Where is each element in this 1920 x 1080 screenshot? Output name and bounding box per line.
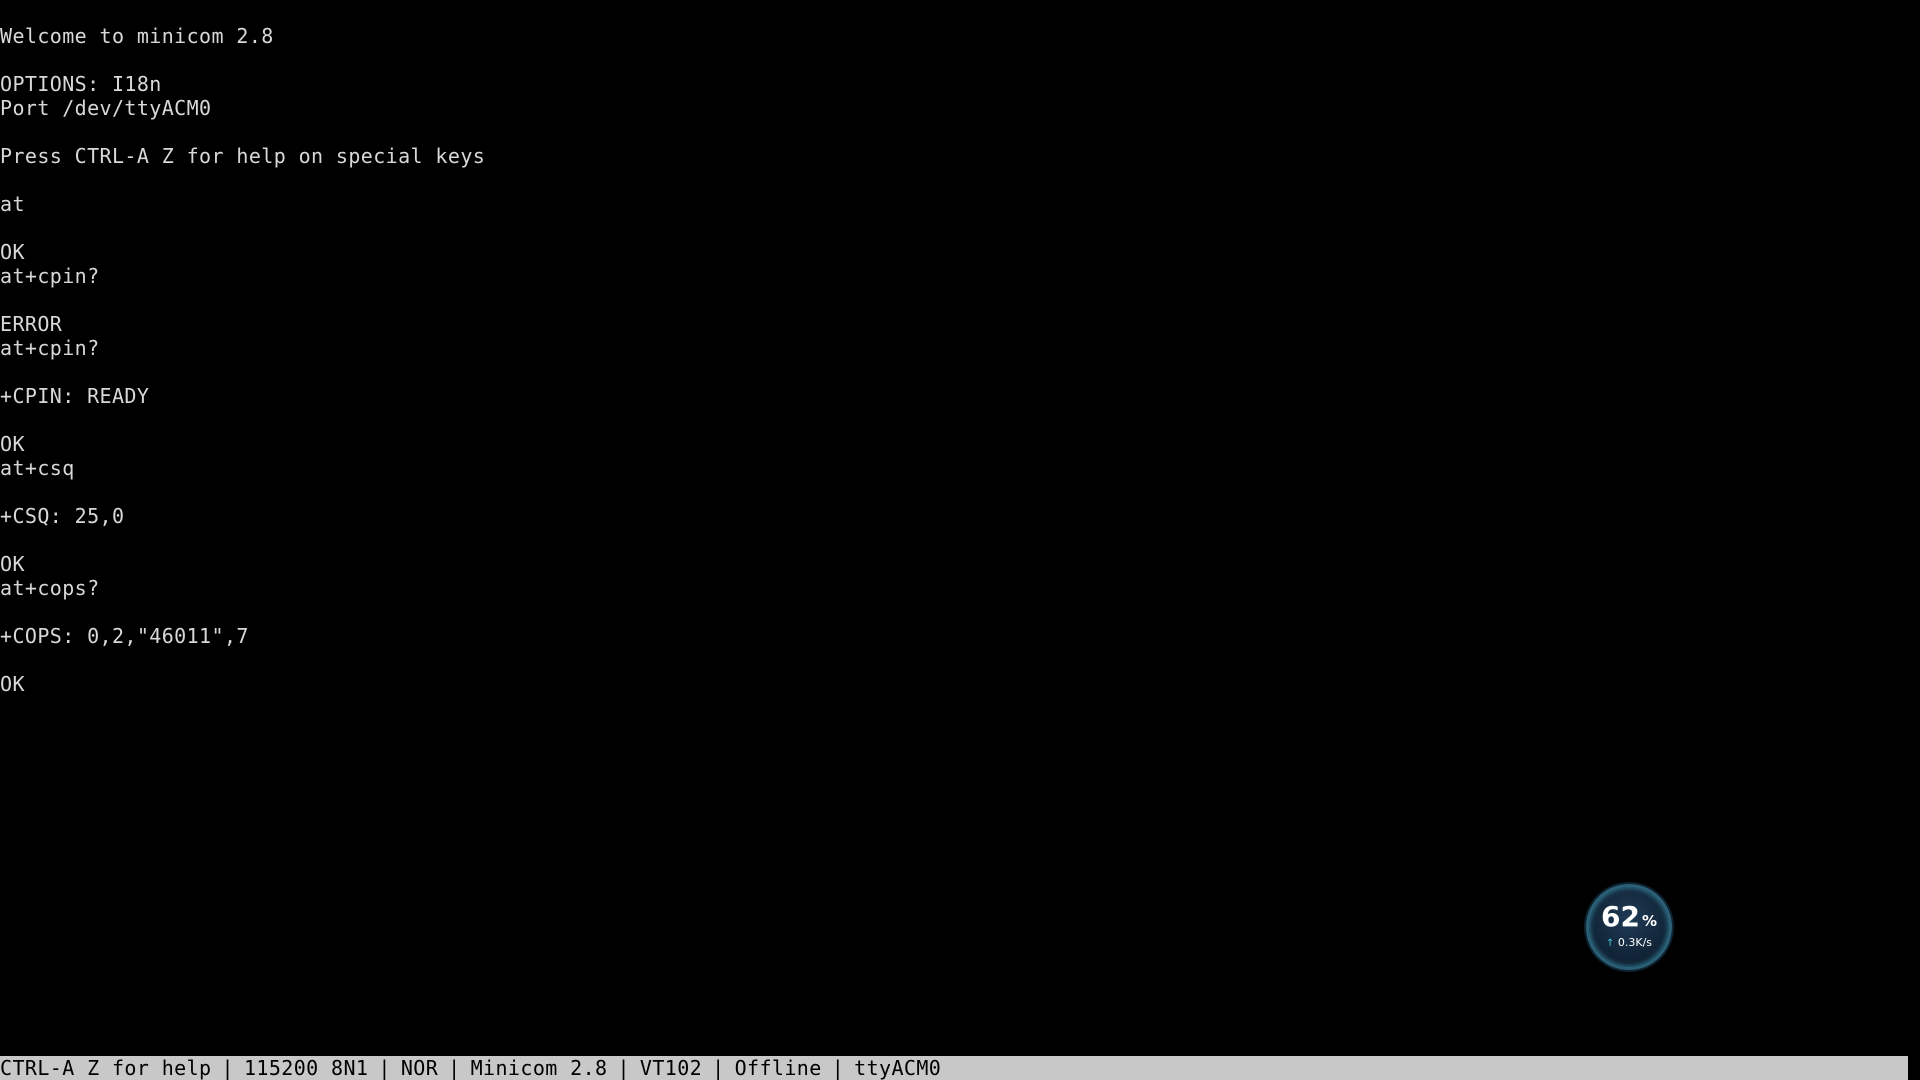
terminal-line: at+cpin? [0,264,100,288]
usage-percent-value: 62 [1601,900,1640,933]
terminal-output[interactable]: Welcome to minicom 2.8 OPTIONS: I18n Por… [0,24,1920,696]
terminal-line: at+cops? [0,576,100,600]
minicom-screen: Welcome to minicom 2.8 OPTIONS: I18n Por… [0,0,1920,1080]
terminal-line: +CPIN: READY [0,384,150,408]
terminal-line: +COPS: 0,2,"46011",7 [0,624,249,648]
status-device: ttyACM0 [854,1056,942,1080]
terminal-line: at+cpin? [0,336,100,360]
usage-percent: 62% [1589,902,1669,936]
network-monitor-widget[interactable]: 62% ↑ 0.3K/s [1589,887,1669,967]
status-help: CTRL-A Z for help [0,1056,212,1080]
terminal-line: OK [0,240,25,264]
terminal-line: OK [0,552,25,576]
terminal-line: at [0,192,25,216]
status-version: Minicom 2.8 [470,1056,608,1080]
status-separator: | [617,1056,630,1080]
terminal-line: at+csq [0,456,75,480]
status-separator: | [378,1056,391,1080]
status-separator: | [831,1056,845,1080]
minicom-status-bar: CTRL-A Z for help | 115200 8N1 | NOR | M… [0,1056,1908,1080]
network-speed-value: 0.3K/s [1617,936,1653,949]
terminal-line: ERROR [0,312,63,336]
usage-percent-unit: % [1641,912,1657,930]
terminal-line: Welcome to minicom 2.8 [0,24,274,48]
terminal-line: OK [0,432,25,456]
terminal-line: +CSQ: 25,0 [0,504,125,528]
status-separator: | [448,1056,461,1080]
upload-arrow-icon: ↑ [1605,938,1615,949]
status-mode: NOR [400,1056,439,1080]
status-separator: | [221,1056,234,1080]
status-speed: 115200 8N1 [243,1056,369,1080]
terminal-line: Port /dev/ttyACM0 [0,96,212,120]
network-speed: ↑ 0.3K/s [1589,937,1669,950]
terminal-line: OK [0,672,25,696]
status-state: Offline [734,1056,822,1080]
status-emulation: VT102 [639,1056,703,1080]
status-separator: | [712,1056,725,1080]
terminal-line: OPTIONS: I18n [0,72,162,96]
terminal-line: Press CTRL-A Z for help on special keys [0,144,486,168]
